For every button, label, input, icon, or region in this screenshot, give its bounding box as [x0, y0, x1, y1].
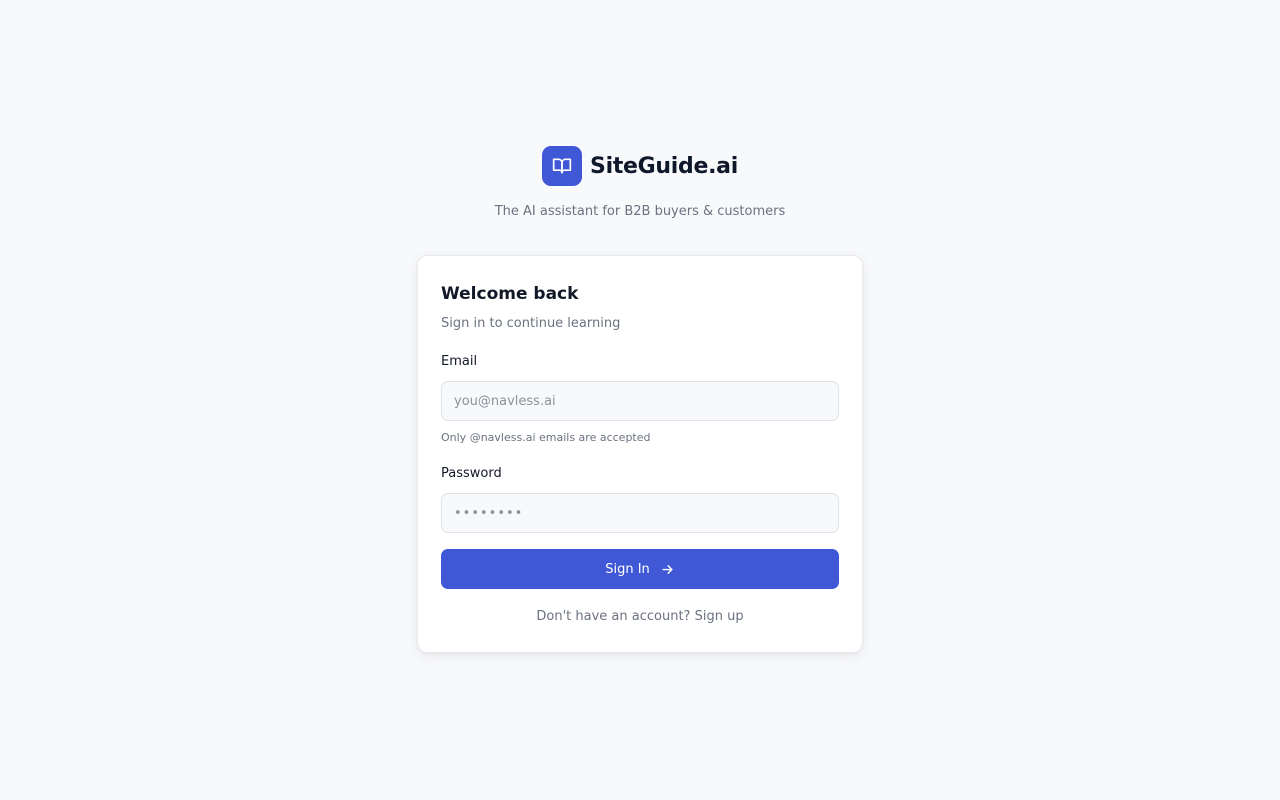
signup-prompt: Don't have an account? Sign up — [418, 609, 862, 624]
card-title: Welcome back — [441, 284, 579, 304]
sign-in-label: Sign In — [605, 561, 650, 577]
login-card: Welcome back Sign in to continue learnin… — [417, 255, 863, 653]
signup-prompt-text: Don't have an account? — [536, 609, 691, 624]
sign-in-button[interactable]: Sign In — [441, 549, 839, 589]
book-open-icon — [552, 158, 572, 174]
brand-name: SiteGuide.ai — [590, 153, 738, 179]
email-hint: Only @navless.ai emails are accepted — [441, 431, 651, 444]
password-label: Password — [441, 466, 502, 481]
brand-header: SiteGuide.ai — [0, 146, 1280, 186]
password-field[interactable] — [441, 493, 839, 533]
arrow-right-icon — [662, 564, 673, 574]
sign-up-link[interactable]: Sign up — [695, 609, 744, 624]
card-subtitle: Sign in to continue learning — [441, 316, 621, 331]
email-field[interactable] — [441, 381, 839, 421]
tagline: The AI assistant for B2B buyers & custom… — [494, 204, 786, 219]
email-label: Email — [441, 354, 478, 369]
logo — [542, 146, 583, 186]
login-page: SiteGuide.ai The AI assistant for B2B bu… — [0, 0, 1280, 800]
